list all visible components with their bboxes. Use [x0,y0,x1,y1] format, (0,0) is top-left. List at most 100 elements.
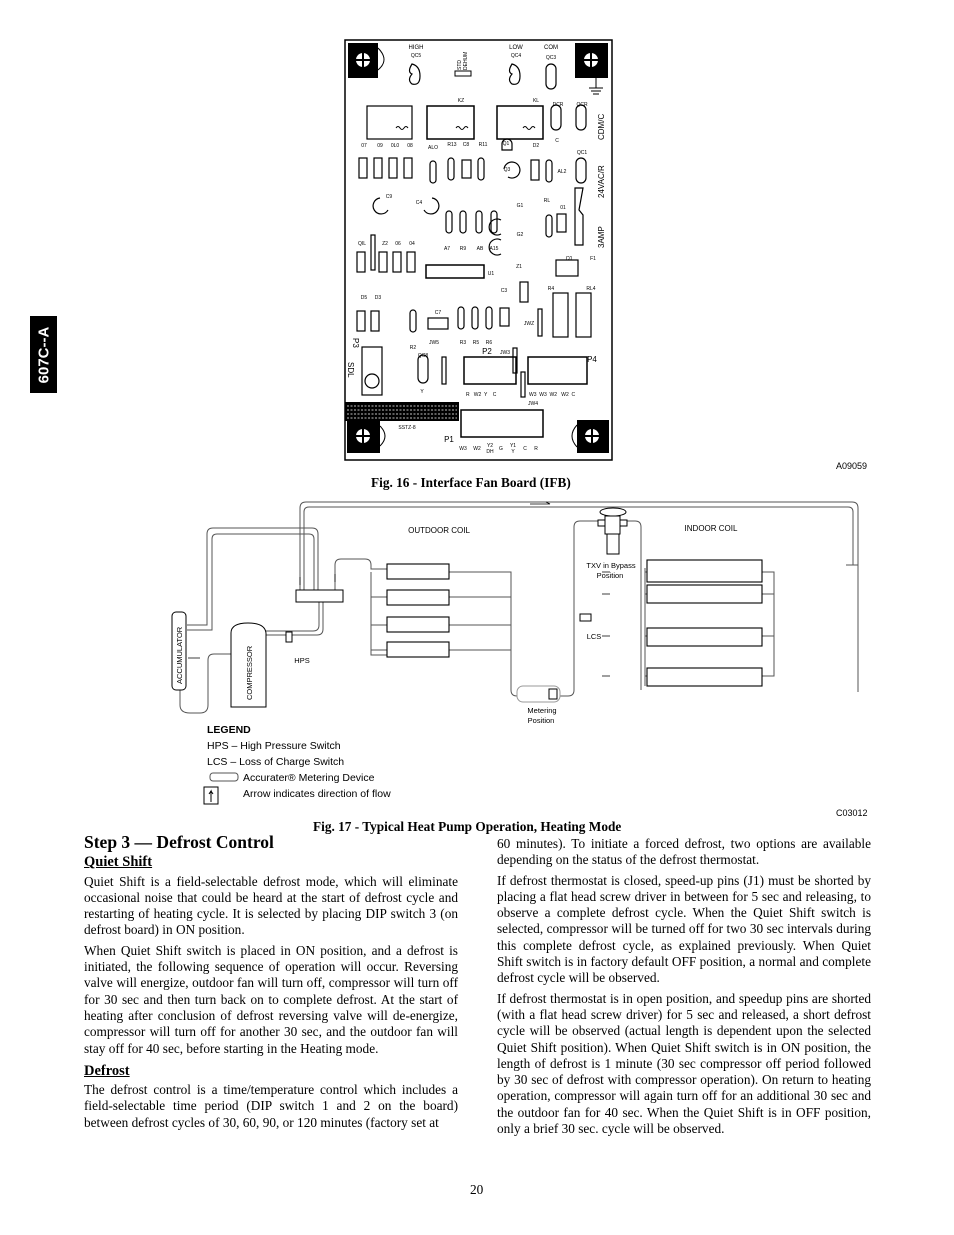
txv-label-2: Position [597,571,624,580]
svg-text:C4: C4 [416,200,423,206]
svg-text:R3: R3 [460,340,467,346]
svg-text:R9: R9 [460,246,467,252]
txv-icon [597,507,628,555]
label-dehum: DEHUM [463,52,469,70]
svg-text:KZ: KZ [458,98,464,104]
svg-text:QC8: QC8 [418,353,429,359]
step-title: Step 3 — Defrost Control [84,832,274,852]
label-qc4: QC4 [511,53,522,59]
svg-text:09: 09 [377,143,383,149]
page-number: 20 [470,1182,484,1197]
svg-text:KL: KL [533,98,539,104]
svg-text:C: C [523,446,527,452]
legend-accurater: Accurater® Metering Device [243,772,375,784]
svg-text:RL: RL [544,198,551,204]
quiet-shift-heading: Quiet Shift [84,854,153,871]
svg-text:C7: C7 [435,310,442,316]
svg-text:Z1: Z1 [516,264,522,270]
legend-hps: HPS – High Pressure Switch [207,740,341,752]
reversing-valve-icon [295,589,344,603]
svg-text:P3: P3 [351,338,360,348]
svg-text:D2: D2 [533,143,540,149]
svg-text:06: 06 [395,241,401,247]
svg-text:JWZ: JWZ [524,321,534,327]
txv-label: TXV in Bypass [586,561,635,570]
svg-text:Z2: Z2 [382,241,388,247]
svg-text:A15: A15 [490,246,499,252]
label-com: COM [544,45,558,51]
defrost-paragraph-1-end: 60 minutes). To initiate a forced defros… [497,836,871,868]
fig17-code: C03012 [836,808,868,818]
defrost-heading: Defrost [84,1062,130,1079]
svg-text:C0: C0 [566,256,573,262]
svg-text:P4: P4 [587,355,597,364]
interface-fan-board-diagram: HIGH QC5 STD DEHUM LOW QC4 COM QC3 KZ KL… [344,39,613,461]
label-high: HIGH [409,45,424,51]
fig17-caption: Fig. 17 - Typical Heat Pump Operation, H… [313,819,622,834]
lcs-switch-icon [579,613,592,622]
svg-text:CDM/C: CDM/C [597,114,606,140]
svg-text:R2: R2 [410,345,417,351]
accumulator-label: ACCUMULATOR [175,626,184,684]
svg-text:R5: R5 [473,340,480,346]
svg-text:Q1: Q1 [503,141,510,147]
left-column: Step 3 — Defrost Control Quiet Shift Qui… [84,832,458,1135]
svg-text:Q3: Q3 [504,167,511,173]
svg-text:R4: R4 [548,286,555,292]
indoor-coil-label: INDOOR COIL [685,524,738,533]
svg-text:3AMP: 3AMP [597,226,606,248]
svg-text:D3: D3 [375,295,382,301]
svg-text:JW5: JW5 [429,340,439,346]
legend-arrow: Arrow indicates direction of flow [243,788,391,800]
hps-switch-icon [285,631,293,643]
svg-text:G1: G1 [517,203,524,209]
lcs-label: LCS [587,632,602,641]
svg-text:W3: W3 [459,446,467,452]
svg-text:0L0: 0L0 [391,143,400,149]
defrost-paragraph-1: The defrost control is a time/temperatur… [84,1082,458,1130]
fig16-code: A09059 [836,461,868,471]
fig16-caption: Fig. 16 - Interface Fan Board (IFB) [371,475,571,490]
metering-label: Metering [527,706,556,715]
svg-text:01: 01 [560,205,566,211]
svg-text:G2: G2 [517,232,524,238]
svg-text:JW3: JW3 [500,350,510,356]
defrost-paragraph-3: If defrost thermostat is in open positio… [497,990,871,1137]
svg-text:C3: C3 [501,288,508,294]
svg-text:A7: A7 [444,246,450,252]
svg-text:QIL: QIL [358,241,366,247]
svg-text:07: 07 [361,143,367,149]
svg-text:R13: R13 [447,142,456,148]
svg-text:AL2: AL2 [558,169,567,175]
defrost-paragraph-2: If defrost thermostat is closed, speed‑u… [497,872,871,986]
svg-text:F1: F1 [590,256,596,262]
svg-text:Y: Y [420,389,424,395]
hps-label: HPS [294,656,309,665]
svg-text:SSTZ-8: SSTZ-8 [398,425,415,431]
svg-text:C: C [555,138,559,144]
document-page: 607C--A HIGH QC5 STD DEHUM LOW QC4 COM Q… [0,0,954,1235]
svg-text:R W2 Y C: R W2 Y C [466,392,497,398]
quiet-shift-paragraph-1: Quiet Shift is a field‑selectable defros… [84,873,458,938]
svg-text:AB: AB [477,246,484,252]
svg-text:W2: W2 [473,446,481,452]
svg-text:QC1: QC1 [577,150,588,156]
svg-text:04: 04 [409,241,415,247]
figures-svg: HIGH QC5 STD DEHUM LOW QC4 COM QC3 KZ KL… [171,39,859,805]
svg-text:ALO: ALO [428,145,438,151]
compressor-label: COMPRESSOR [245,645,254,700]
legend-lcs: LCS – Loss of Charge Switch [207,756,344,768]
svg-text:C9: C9 [386,194,393,200]
svg-text:W3 W3 W2 W2 C: W3 W3 W2 W2 C [529,392,576,398]
right-column: 60 minutes). To initiate a forced defros… [497,836,871,1141]
svg-text:JW4: JW4 [528,401,538,407]
svg-text:R6: R6 [486,340,493,346]
label-qc5: QC5 [411,53,422,59]
quiet-shift-paragraph-2: When Quiet Shift switch is placed in ON … [84,942,458,1056]
svg-text:DH: DH [486,449,494,455]
label-low: LOW [509,45,523,51]
svg-text:DCR: DCR [553,102,564,108]
label-qc3: QC3 [546,55,557,61]
svg-text:R: R [534,446,538,452]
svg-text:RL4: RL4 [586,286,595,292]
